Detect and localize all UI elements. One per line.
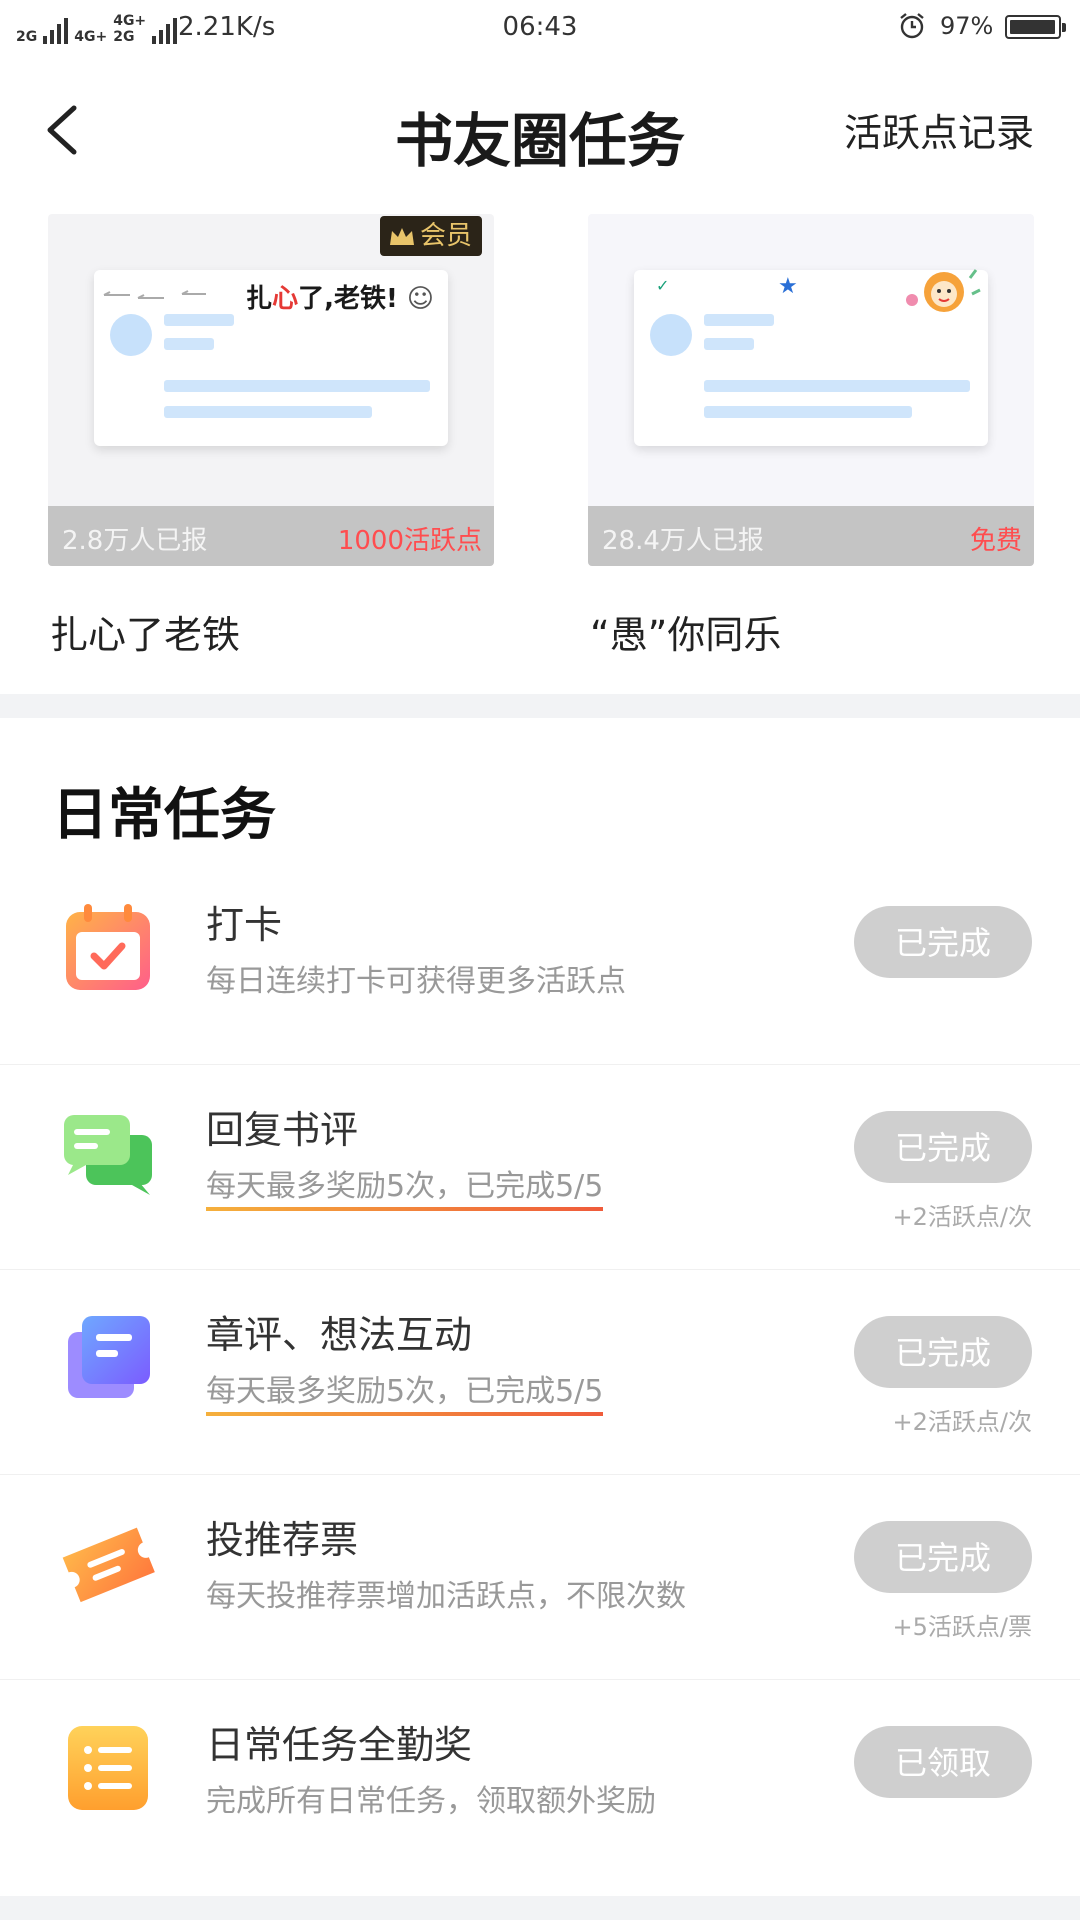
text-line-placeholder (164, 380, 430, 392)
battery-level-fill (1010, 20, 1055, 34)
task-status-button[interactable]: 已完成 (854, 1316, 1032, 1388)
task-name: 章评、想法互动 (206, 1313, 473, 1357)
task-row-checkin: 打卡 每日连续打卡可获得更多活跃点 已完成 (0, 860, 1080, 1065)
header: 书友圈任务 活跃点记录 (0, 80, 1080, 180)
featured-challenges: 会员 扎心了,老铁! ☺ 2.8万人已报 1000活跃点 扎心了老铁 ✓ ★ 2… (0, 214, 1080, 694)
task-status-button[interactable]: 已完成 (854, 1111, 1032, 1183)
participants-count: 2.8万人已报 (62, 526, 208, 556)
post-preview-mock: 扎心了,老铁! ☺ (94, 270, 448, 446)
reward-note: +2活跃点/次 (892, 1203, 1032, 1231)
sticker-caption-part: 扎 (246, 284, 273, 314)
task-description: 每日连续打卡可获得更多活跃点 (206, 964, 626, 999)
vip-badge-label: 会员 (419, 221, 472, 251)
task-description: 每天最多奖励5次，已完成5/5 (206, 1366, 604, 1416)
text-line-placeholder (704, 338, 754, 350)
calendar-check-icon (66, 904, 150, 990)
text-line-placeholder (164, 406, 372, 418)
task-name: 日常任务全勤奖 (206, 1723, 473, 1767)
face-emoji-icon: ☺ (406, 284, 434, 314)
section-divider (0, 1896, 1080, 1920)
task-name: 打卡 (206, 903, 283, 947)
text-line-placeholder (704, 380, 970, 392)
task-description: 每天投推荐票增加活跃点，不限次数 (206, 1579, 686, 1614)
task-status-button[interactable]: 已领取 (854, 1726, 1032, 1798)
list-icon (68, 1726, 148, 1810)
status-bar: 2G 4G+ 4G+ 2G 2.21K/s 06:43 97% (0, 0, 1080, 56)
alarm-icon (900, 13, 924, 39)
post-preview-mock: ✓ ★ (634, 269, 988, 446)
card-footer-strip: 2.8万人已报 1000活跃点 (48, 506, 494, 566)
featured-card[interactable]: ✓ ★ 28.4万人已报 免费 “愚”你同乐 (588, 214, 1034, 659)
crown-icon (389, 228, 414, 245)
card-thumbnail: 会员 扎心了,老铁! ☺ 2.8万人已报 1000活跃点 (48, 214, 494, 566)
task-row-chapter-comment: 章评、想法互动 每天最多奖励5次，已完成5/5 已完成 +2活跃点/次 (0, 1270, 1080, 1475)
task-name: 投推荐票 (206, 1518, 359, 1562)
activity-record-link[interactable]: 活跃点记录 (844, 102, 1034, 157)
task-name: 回复书评 (206, 1108, 359, 1152)
task-description: 每天最多奖励5次，已完成5/5 (206, 1161, 604, 1211)
daily-task-list: 打卡 每日连续打卡可获得更多活跃点 已完成 回复书评 每天最多奖励5次，已完成5… (0, 860, 1080, 1884)
sticker-caption-highlight: 心 (272, 284, 299, 314)
card-footer-strip: 28.4万人已报 免费 (588, 506, 1034, 566)
sticker-caption-part: 了,老铁! (298, 284, 398, 314)
participants-count: 28.4万人已报 (602, 526, 764, 556)
card-title: 扎心了老铁 (50, 613, 241, 657)
text-line-placeholder (164, 314, 234, 326)
vip-badge: 会员 (379, 216, 482, 256)
reward-note: +5活跃点/票 (892, 1613, 1032, 1641)
card-title: “愚”你同乐 (590, 613, 782, 657)
tick-decoration-icon: ✓ (656, 276, 670, 295)
task-status-button[interactable]: 已完成 (854, 1521, 1032, 1593)
text-line-placeholder (164, 338, 214, 350)
section-divider (0, 694, 1080, 718)
battery-percent: 97% (940, 12, 994, 40)
avatar-placeholder (650, 314, 692, 356)
star-decoration-icon: ★ (778, 274, 798, 299)
battery-icon (1005, 15, 1066, 39)
entry-price: 1000活跃点 (337, 526, 482, 556)
task-row-reply-review: 回复书评 每天最多奖励5次，已完成5/5 已完成 +2活跃点/次 (0, 1065, 1080, 1270)
daily-tasks-title: 日常任务 (52, 782, 276, 848)
chat-bubbles-icon (64, 1115, 152, 1195)
card-thumbnail: ✓ ★ 28.4万人已报 免费 (588, 214, 1034, 566)
task-description: 完成所有日常任务，领取额外奖励 (206, 1784, 656, 1819)
sticker-caption: 扎心了,老铁! ☺ (246, 278, 434, 315)
reward-note: +2活跃点/次 (892, 1408, 1032, 1436)
task-row-full-attendance: 日常任务全勤奖 完成所有日常任务，领取额外奖励 已领取 (0, 1680, 1080, 1884)
avatar-placeholder (110, 314, 152, 356)
task-status-button[interactable]: 已完成 (854, 906, 1032, 978)
document-stack-icon (68, 1316, 150, 1398)
ticket-icon (62, 1527, 155, 1603)
lion-sticker-icon (906, 269, 981, 312)
arrows-decoration-icon (103, 290, 206, 299)
text-line-placeholder (704, 406, 912, 418)
featured-card[interactable]: 会员 扎心了,老铁! ☺ 2.8万人已报 1000活跃点 扎心了老铁 (48, 214, 494, 659)
entry-price: 免费 (969, 526, 1022, 556)
text-line-placeholder (704, 314, 774, 326)
task-row-recommend-vote: 投推荐票 每天投推荐票增加活跃点，不限次数 已完成 +5活跃点/票 (0, 1475, 1080, 1680)
